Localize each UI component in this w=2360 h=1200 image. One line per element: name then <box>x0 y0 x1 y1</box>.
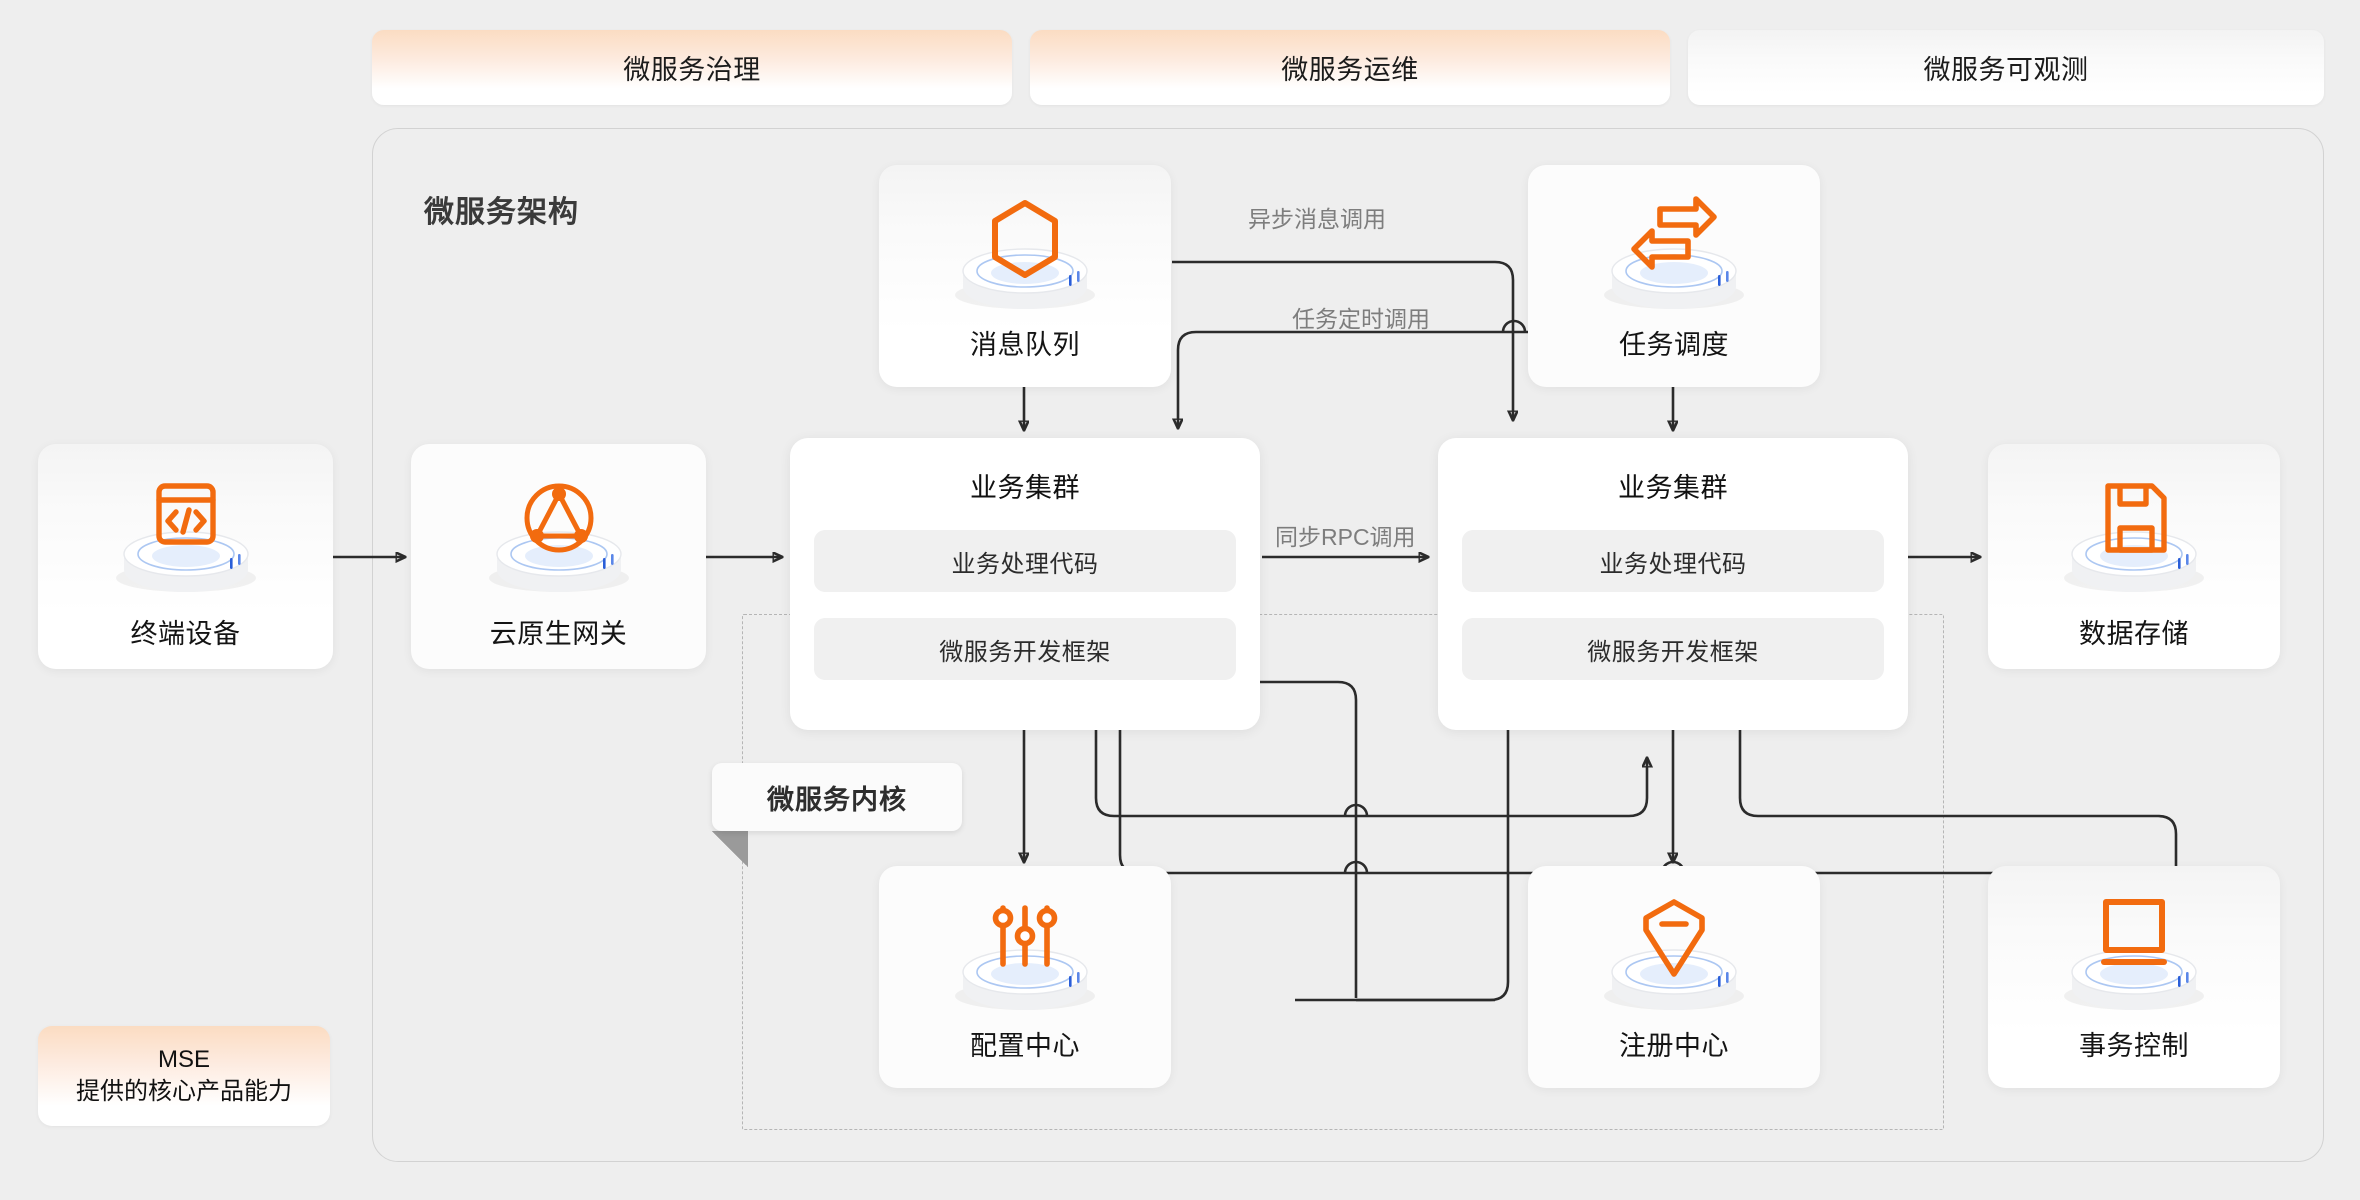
gem-minus-icon <box>1528 884 1820 1016</box>
node-config-center[interactable]: 配置中心 <box>879 866 1171 1088</box>
node-registry-center-label: 注册中心 <box>1619 1031 1729 1061</box>
node-terminal-device-label: 终端设备 <box>130 619 241 649</box>
node-data-storage-label: 数据存储 <box>2079 619 2189 649</box>
node-message-queue[interactable]: 消息队列 <box>879 165 1171 387</box>
architecture-title: 微服务架构 <box>424 196 579 229</box>
node-transaction-control[interactable]: 事务控制 <box>1988 866 2280 1088</box>
node-transaction-control-label: 事务控制 <box>2079 1031 2189 1061</box>
node-registry-center[interactable]: 注册中心 <box>1528 866 1820 1088</box>
microservice-kernel-tag: 微服务内核 <box>712 763 962 831</box>
gateway-triangle-icon <box>411 466 706 598</box>
node-cloud-native-gateway[interactable]: 云原生网关 <box>411 444 706 669</box>
cluster-left[interactable]: 业务集群 业务处理代码 微服务开发框架 <box>790 438 1260 730</box>
edge-label-scheduled-task: 任务定时调用 <box>1292 306 1430 332</box>
tab-service-observability[interactable]: 微服务可观测 <box>1688 30 2324 105</box>
node-task-scheduler[interactable]: 任务调度 <box>1528 165 1820 387</box>
node-task-scheduler-label: 任务调度 <box>1619 330 1729 360</box>
cluster-right-row-framework[interactable]: 微服务开发框架 <box>1462 618 1884 680</box>
edge-label-async-message: 异步消息调用 <box>1248 206 1386 232</box>
cluster-right[interactable]: 业务集群 业务处理代码 微服务开发框架 <box>1438 438 1908 730</box>
cluster-left-title: 业务集群 <box>970 473 1080 503</box>
kernel-tag-fold-corner <box>712 831 748 867</box>
laptop-icon <box>1988 884 2280 1016</box>
floppy-disk-icon <box>1988 466 2280 598</box>
node-data-storage[interactable]: 数据存储 <box>1988 444 2280 669</box>
tab-service-governance[interactable]: 微服务治理 <box>372 30 1012 105</box>
mse-legend: MSE 提供的核心产品能力 <box>38 1026 330 1126</box>
hexagon-icon <box>879 183 1171 315</box>
node-cloud-native-gateway-label: 云原生网关 <box>489 619 628 649</box>
node-message-queue-label: 消息队列 <box>970 330 1080 360</box>
mse-legend-subtitle: 提供的核心产品能力 <box>76 1078 292 1105</box>
node-terminal-device[interactable]: 终端设备 <box>38 444 333 669</box>
node-config-center-label: 配置中心 <box>970 1031 1080 1061</box>
edge-label-sync-rpc: 同步RPC调用 <box>1275 524 1416 550</box>
swap-arrows-icon <box>1528 183 1820 315</box>
cluster-right-title: 业务集群 <box>1618 473 1728 503</box>
cluster-left-row-business-code[interactable]: 业务处理代码 <box>814 530 1236 592</box>
sliders-icon <box>879 884 1171 1016</box>
mse-legend-title: MSE <box>157 1045 210 1073</box>
cluster-left-row-framework[interactable]: 微服务开发框架 <box>814 618 1236 680</box>
tab-service-ops[interactable]: 微服务运维 <box>1030 30 1670 105</box>
code-window-icon <box>38 466 333 598</box>
cluster-right-row-business-code[interactable]: 业务处理代码 <box>1462 530 1884 592</box>
